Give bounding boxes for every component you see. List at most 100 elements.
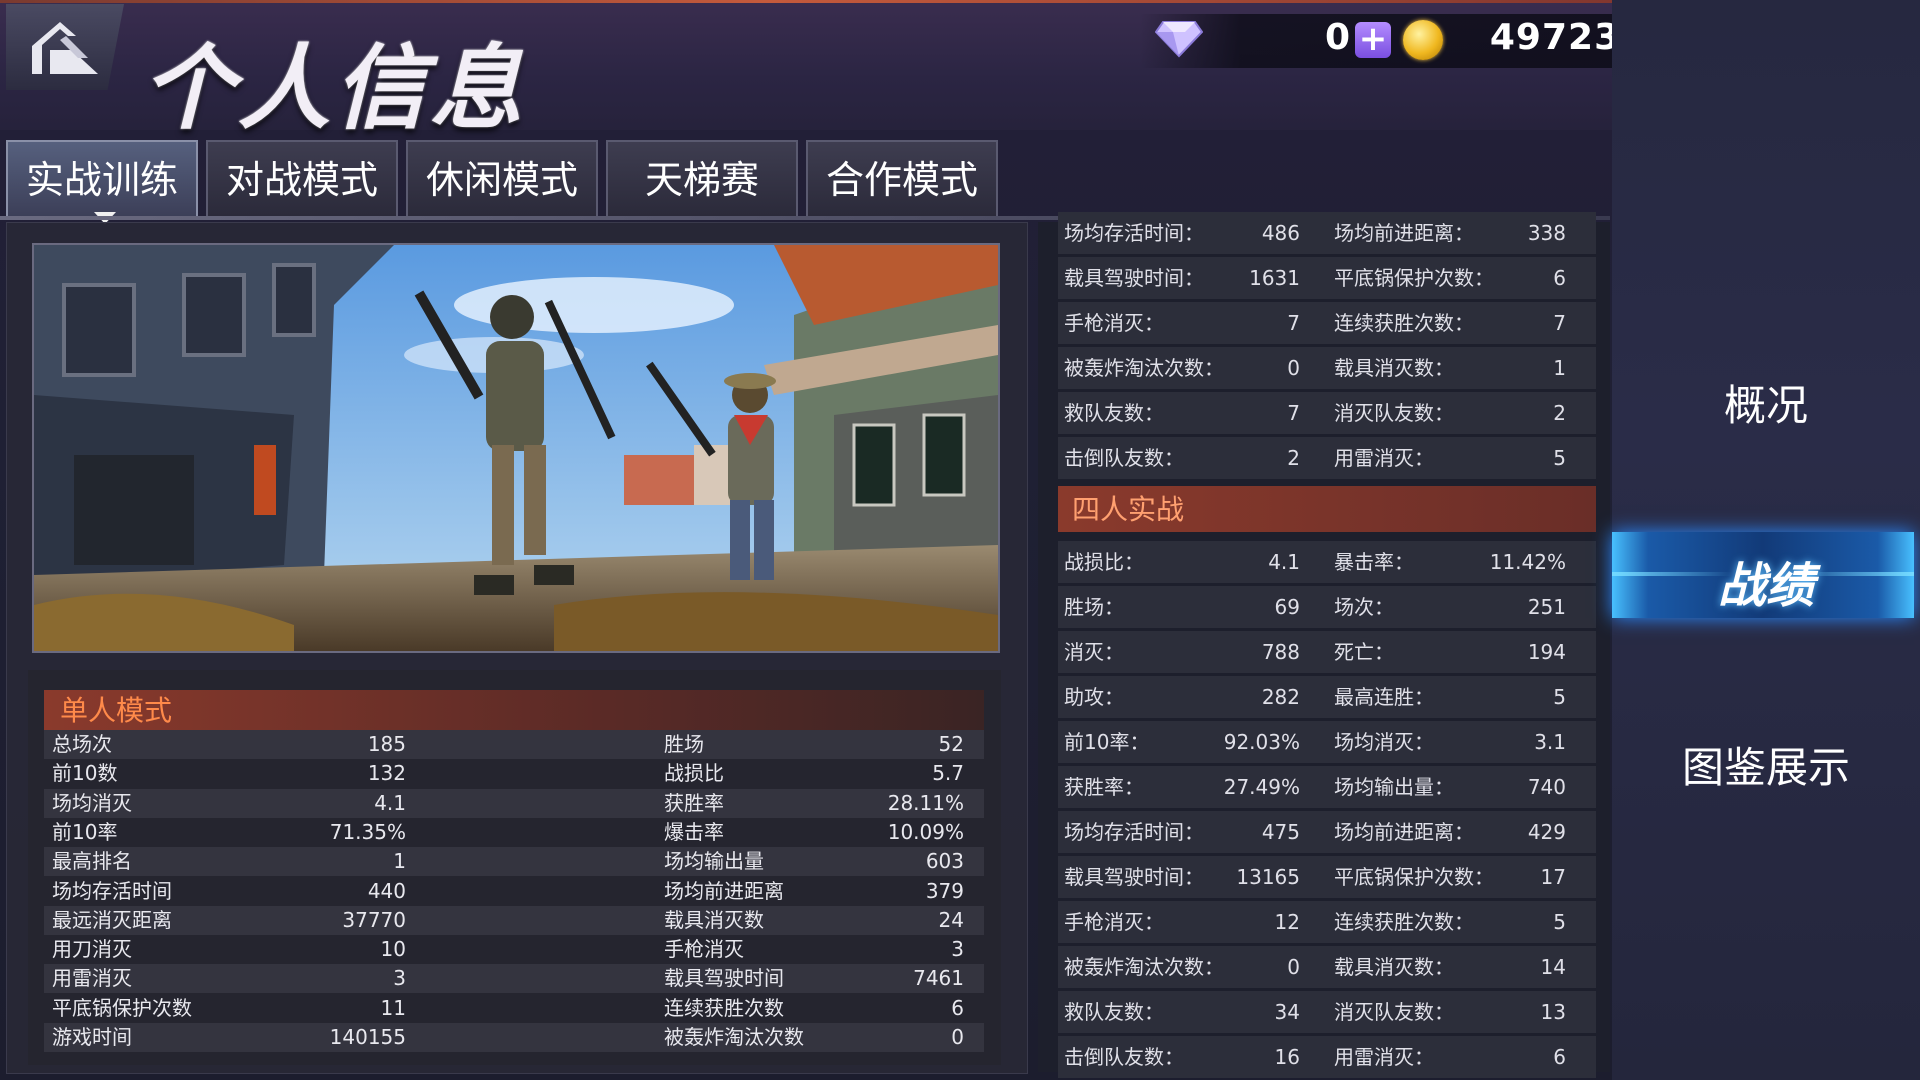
- stat-label: 场均输出量：: [1334, 775, 1454, 799]
- stat-value: 71.35%: [329, 819, 406, 844]
- stat-row: 载具驾驶时间： 1631 平底锅保护次数： 6: [1058, 257, 1596, 299]
- stat-row: 助攻： 282 最高连胜： 5: [1058, 676, 1596, 718]
- stat-label: 载具驾驶时间: [664, 966, 784, 991]
- stat-row: 救队友数： 7 消灭队友数： 2: [1058, 392, 1596, 434]
- single-stat-row: 场均消灭 4.1 获胜率 28.11%: [44, 788, 984, 818]
- stat-label: 场均存活时间：: [1064, 221, 1204, 245]
- stat-value: 1631: [1249, 266, 1300, 290]
- stat-label: 载具驾驶时间：: [1064, 266, 1204, 290]
- stat-value: 251: [1527, 595, 1566, 619]
- diamond-icon: [1155, 21, 1203, 58]
- stat-value: 2: [1287, 446, 1300, 470]
- stat-value: 379: [925, 878, 964, 903]
- stat-value: 37770: [342, 907, 406, 932]
- stat-value: 3: [951, 937, 964, 962]
- stat-value: 185: [367, 732, 406, 756]
- stat-value: 1: [1553, 356, 1566, 380]
- stat-value: 10: [380, 937, 406, 962]
- stat-row: 前10率： 92.03% 场均消灭： 3.1: [1058, 721, 1596, 763]
- stat-label: 用刀消灭: [52, 937, 132, 962]
- stat-row: 被轰炸淘汰次数： 0 载具消灭数： 1: [1058, 347, 1596, 389]
- stat-label: 场均前进距离：: [1334, 820, 1474, 844]
- hero-artwork: [32, 243, 1000, 653]
- stat-label: 场均存活时间: [52, 878, 172, 903]
- single-stat-row: 用刀消灭 10 手枪消灭 3: [44, 935, 984, 964]
- nav-records[interactable]: 战绩: [1612, 546, 1920, 616]
- stat-row: 战损比： 4.1 暴击率： 11.42%: [1058, 541, 1596, 583]
- stat-row: 胜场： 69 场次： 251: [1058, 586, 1596, 628]
- stat-label: 战损比：: [1064, 550, 1144, 574]
- coin-icon: [1403, 20, 1443, 60]
- stat-label: 消灭：: [1064, 640, 1124, 664]
- tab-coop-mode[interactable]: 合作模式: [806, 140, 998, 216]
- stat-value: 10.09%: [887, 819, 964, 844]
- stat-value: 740: [1527, 775, 1566, 799]
- tab-combat-training[interactable]: 实战训练: [6, 140, 198, 216]
- stat-value: 12: [1274, 910, 1300, 934]
- stat-label: 场均前进距离：: [1334, 221, 1474, 245]
- stat-value: 27.49%: [1223, 775, 1300, 799]
- nav-overview[interactable]: 概况: [1612, 372, 1920, 433]
- stat-label: 手枪消灭：: [1064, 910, 1164, 934]
- stat-value: 4.1: [1268, 550, 1300, 574]
- stat-label: 平底锅保护次数：: [1334, 266, 1494, 290]
- tab-ladder[interactable]: 天梯赛: [606, 140, 798, 216]
- stat-value: 52: [938, 732, 964, 756]
- stat-row: 击倒队友数： 16 用雷消灭： 6: [1058, 1036, 1596, 1078]
- stat-value: 0: [951, 1025, 964, 1049]
- stat-value: 0: [1287, 356, 1300, 380]
- stat-value: 92.03%: [1223, 730, 1300, 754]
- stat-value: 6: [1553, 266, 1566, 290]
- stat-value: 7: [1287, 401, 1300, 425]
- stat-row: 场均存活时间： 475 场均前进距离： 429: [1058, 811, 1596, 853]
- stat-label: 游戏时间: [52, 1025, 132, 1049]
- stat-value: 338: [1527, 221, 1566, 245]
- stat-value: 17: [1540, 865, 1566, 889]
- stat-row: 获胜率： 27.49% 场均输出量： 740: [1058, 766, 1596, 808]
- stat-label: 用雷消灭：: [1334, 1045, 1434, 1069]
- stat-label: 被轰炸淘汰次数: [664, 1025, 804, 1049]
- stat-label: 载具消灭数：: [1334, 356, 1454, 380]
- stat-label: 连续获胜次数：: [1334, 311, 1474, 335]
- page-title: 个人信息: [142, 34, 527, 142]
- stat-label: 载具消灭数: [664, 907, 764, 932]
- stat-label: 连续获胜次数：: [1334, 910, 1474, 934]
- stat-value: 14: [1540, 955, 1566, 979]
- stat-label: 击倒队友数：: [1064, 1045, 1184, 1069]
- stat-value: 5: [1553, 446, 1566, 470]
- stat-label: 总场次: [52, 732, 112, 756]
- stat-label: 场均消灭: [52, 790, 132, 815]
- stat-value: 7461: [913, 966, 964, 991]
- stat-label: 前10率: [52, 819, 118, 844]
- stat-value: 486: [1261, 221, 1300, 245]
- single-stat-row: 游戏时间 140155 被轰炸淘汰次数 0: [44, 1023, 984, 1052]
- single-mode-title: 单人模式: [60, 694, 173, 727]
- stat-value: 132: [367, 761, 406, 786]
- stat-value: 16: [1274, 1045, 1300, 1069]
- stat-label: 击倒队友数：: [1064, 446, 1184, 470]
- stat-value: 5: [1553, 910, 1566, 934]
- stat-label: 用雷消灭: [52, 966, 132, 991]
- stat-value: 2: [1553, 401, 1566, 425]
- single-stat-row: 场均存活时间 440 场均前进距离 379: [44, 877, 984, 906]
- stat-label: 助攻：: [1064, 685, 1124, 709]
- stat-value: 34: [1274, 1000, 1300, 1024]
- home-button[interactable]: [6, 4, 124, 90]
- stat-value: 3.1: [1534, 730, 1566, 754]
- add-gems-button[interactable]: +: [1355, 22, 1391, 58]
- stat-label: 场均输出量: [664, 849, 764, 874]
- stat-label: 救队友数：: [1064, 1000, 1164, 1024]
- stat-label: 爆击率: [664, 819, 724, 844]
- tab-battle-mode[interactable]: 对战模式: [206, 140, 398, 216]
- tab-casual-mode[interactable]: 休闲模式: [406, 140, 598, 216]
- nav-collection[interactable]: 图鉴展示: [1612, 734, 1920, 795]
- stat-value: 475: [1261, 820, 1300, 844]
- stat-row: 击倒队友数： 2 用雷消灭： 5: [1058, 437, 1596, 479]
- stat-label: 被轰炸淘汰次数：: [1064, 356, 1224, 380]
- stat-value: 13165: [1236, 865, 1300, 889]
- stat-value: 6: [951, 995, 964, 1020]
- stat-label: 载具消灭数：: [1334, 955, 1454, 979]
- stat-label: 战损比: [664, 761, 724, 786]
- stat-label: 胜场：: [1064, 595, 1124, 619]
- stat-label: 连续获胜次数: [664, 995, 784, 1020]
